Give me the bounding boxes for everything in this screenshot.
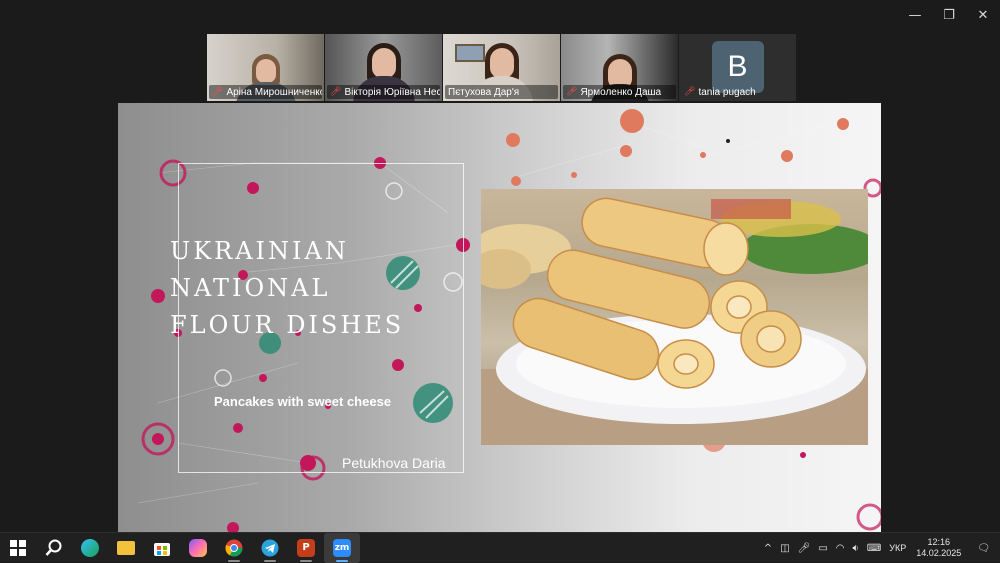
folder-icon [117, 541, 135, 555]
powerpoint-button[interactable]: P [288, 533, 324, 563]
copilot-icon [189, 539, 207, 557]
telegram-icon [261, 539, 279, 557]
participant-name-tag: 🎤︎ tania pugach [681, 85, 794, 99]
shared-slide: UKRAINIAN NATIONAL FLOUR DISHES Pancakes… [118, 103, 881, 533]
system-tray: ^ ◫ 🎤︎ ▭ ◠ 🔉︎ ⌨ УКР 12:16 14.02.2025 🗨︎ [760, 533, 1000, 563]
search-icon [45, 539, 63, 557]
participant-name-tag: 🎤︎ Вікторія Юріївна Несте... [327, 85, 440, 99]
window-controls: — ❐ ✕ [898, 4, 1000, 26]
minimize-button[interactable]: — [898, 4, 932, 26]
mic-off-icon: 🎤︎ [566, 87, 577, 97]
participant-tile-active-speaker[interactable]: Пєтухова Дар'я [443, 34, 560, 101]
tray-overflow-chevron[interactable]: ^ [760, 543, 776, 554]
participant-name: Аріна Мирошниченко [226, 87, 322, 98]
store-icon [153, 539, 171, 557]
participant-tile[interactable]: B 🎤︎ tania pugach [679, 34, 796, 101]
taskbar: P zm ^ ◫ 🎤︎ ▭ ◠ 🔉︎ ⌨ УКР 12:16 14.02.202… [0, 532, 1000, 562]
participant-strip: 🎤︎ Аріна Мирошниченко 🎤︎ Вікторія Юріївн… [207, 34, 796, 101]
microphone-icon[interactable]: 🎤︎ [794, 543, 815, 554]
volume-icon[interactable]: 🔉︎ [849, 543, 863, 554]
chrome-button[interactable] [216, 533, 252, 563]
edge-button[interactable] [72, 533, 108, 563]
participant-name: Ярмоленко Даша [580, 87, 661, 98]
wifi-icon[interactable]: ◠ [832, 543, 849, 554]
start-button[interactable] [0, 533, 36, 563]
participant-tile[interactable]: 🎤︎ Ярмоленко Даша [561, 34, 678, 101]
chrome-icon [225, 539, 243, 557]
slide-subtitle: Pancakes with sweet cheese [214, 394, 391, 409]
zoom-icon: zm [333, 539, 351, 557]
participant-tile[interactable]: 🎤︎ Вікторія Юріївна Несте... [325, 34, 442, 101]
participant-name: tania pugach [698, 87, 755, 98]
title-line: UKRAINIAN [170, 233, 470, 270]
pancakes-photo [481, 189, 868, 445]
slide-author: Petukhova Daria [342, 455, 446, 471]
mic-off-icon: 🎤︎ [684, 87, 695, 97]
file-explorer-button[interactable] [108, 533, 144, 563]
telegram-button[interactable] [252, 533, 288, 563]
close-button[interactable]: ✕ [966, 4, 1000, 26]
participant-name-tag: 🎤︎ Аріна Мирошниченко [209, 85, 322, 99]
clock-date: 14.02.2025 [916, 548, 961, 559]
camera-icon[interactable]: ◫ [776, 543, 793, 554]
clock-time: 12:16 [916, 537, 961, 548]
powerpoint-icon: P [297, 539, 315, 557]
zoom-button[interactable]: zm [324, 533, 360, 563]
search-button[interactable] [36, 533, 72, 563]
keyboard-icon[interactable]: ⌨ [863, 543, 885, 554]
participant-tile[interactable]: 🎤︎ Аріна Мирошниченко [207, 34, 324, 101]
participant-name-tag: 🎤︎ Ярмоленко Даша [563, 85, 676, 99]
title-line: NATIONAL [170, 270, 470, 307]
edge-icon [81, 539, 99, 557]
slide-title: UKRAINIAN NATIONAL FLOUR DISHES [170, 233, 470, 344]
participant-name-tag: Пєтухова Дар'я [445, 85, 558, 99]
notifications-icon[interactable]: 🗨︎ [967, 543, 1000, 554]
store-button[interactable] [144, 533, 180, 563]
title-line: FLOUR DISHES [170, 307, 470, 344]
mic-off-icon: 🎤︎ [330, 87, 341, 97]
windows-icon [10, 540, 26, 556]
bluetooth-battery-icon[interactable]: ▭ [814, 543, 831, 554]
mic-off-icon: 🎤︎ [212, 87, 223, 97]
clock[interactable]: 12:16 14.02.2025 [910, 537, 967, 559]
copilot-button[interactable] [180, 533, 216, 563]
language-indicator[interactable]: УКР [885, 543, 910, 553]
participant-name: Пєтухова Дар'я [448, 87, 519, 98]
restore-button[interactable]: ❐ [932, 4, 966, 26]
participant-name: Вікторія Юріївна Несте... [344, 87, 440, 98]
